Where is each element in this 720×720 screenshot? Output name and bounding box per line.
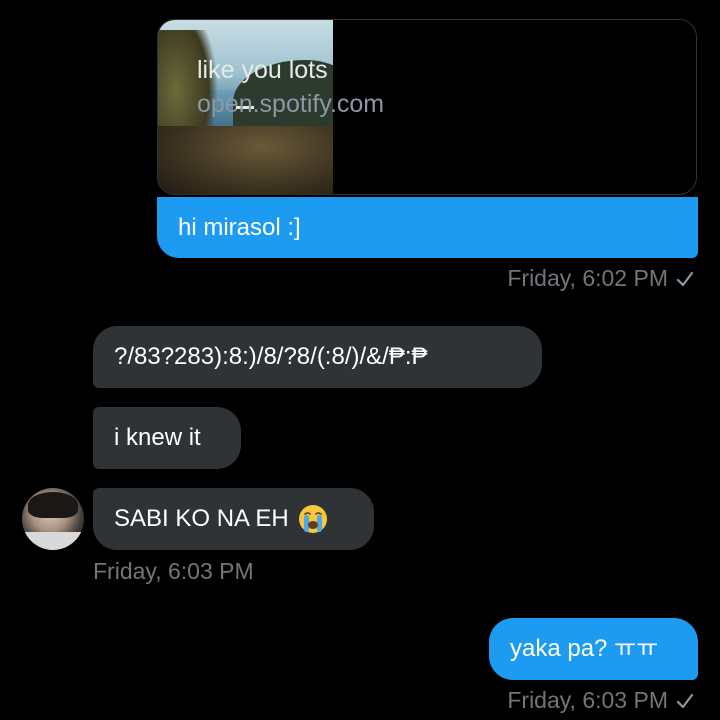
link-title: like you lots bbox=[197, 56, 328, 84]
message-text: hi mirasol :] bbox=[178, 213, 301, 241]
message-text: i knew it bbox=[114, 424, 201, 451]
message-bubble-received[interactable]: SABI KO NA EH bbox=[93, 488, 374, 550]
message-bubble-sent[interactable]: hi mirasol :] bbox=[157, 197, 698, 258]
check-icon bbox=[676, 693, 694, 709]
message-bubble-received[interactable]: i knew it bbox=[93, 407, 241, 469]
message-bubble-sent[interactable]: yaka pa? ㅠㅠ bbox=[489, 618, 698, 680]
message-text: yaka pa? ㅠㅠ bbox=[510, 635, 659, 662]
avatar[interactable] bbox=[22, 488, 84, 550]
message-text: ?/83?283):8:)/8/?8/(:8/)/&/₱:₱ bbox=[114, 343, 428, 370]
message-text: SABI KO NA EH bbox=[114, 505, 289, 532]
check-icon bbox=[676, 271, 694, 287]
message-bubble-received[interactable]: ?/83?283):8:)/8/?8/(:8/)/&/₱:₱ bbox=[93, 326, 542, 388]
link-domain: open.spotify.com bbox=[197, 90, 385, 118]
message-timestamp: Friday, 6:03 PM bbox=[93, 558, 254, 584]
message-timestamp: Friday, 6:02 PM bbox=[507, 265, 694, 292]
message-timestamp: Friday, 6:03 PM bbox=[507, 687, 694, 714]
loudly-crying-face-icon bbox=[298, 505, 327, 533]
